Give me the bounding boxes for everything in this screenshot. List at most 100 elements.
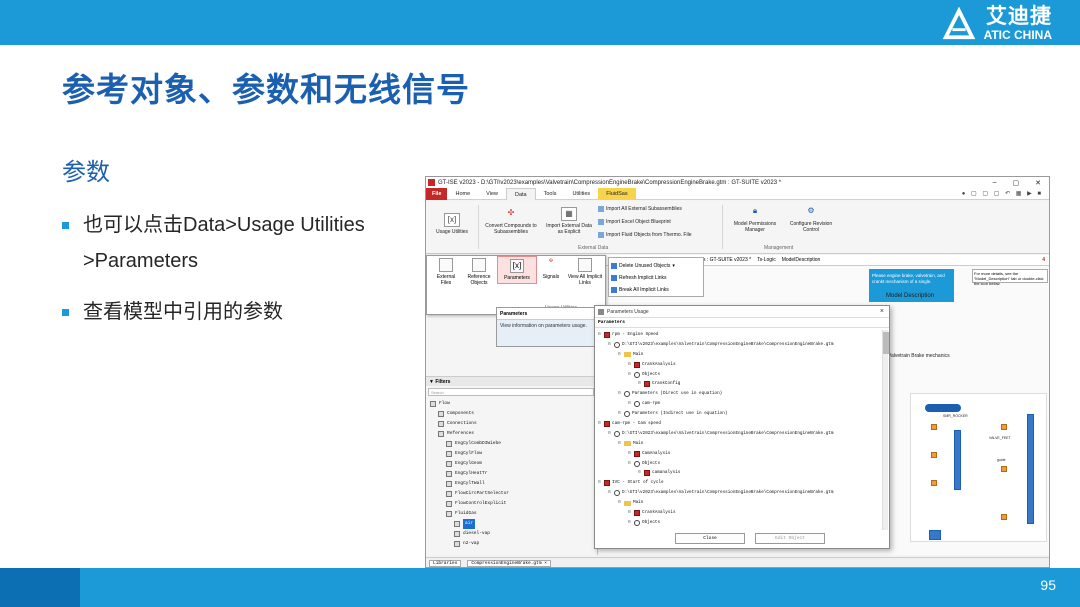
parameter-row[interactable]: ⊟ IVC - Start of cycle <box>598 478 886 488</box>
import-external-button[interactable]: ▦ Import External Data as Explicit <box>544 207 594 235</box>
parameter-row[interactable]: ⊟ D:\GTI\v2023\examples\Valvetrain\Compre… <box>598 340 886 350</box>
usage-utilities-button[interactable]: [x] Usage Utilities <box>430 213 474 235</box>
expand-icon[interactable]: ⊟ <box>628 370 633 380</box>
convert-compounds-button[interactable]: ✣ Convert Compounds to Subassemblies <box>481 207 541 235</box>
break-links-button[interactable]: Break All Implicit Links <box>611 284 701 296</box>
tab-utilities[interactable]: Utilities <box>564 188 598 200</box>
import-fluid-button[interactable]: Import Fluid Objects from Thermo. File <box>598 232 692 238</box>
parameter-row[interactable]: ⊟ Objects <box>598 518 886 528</box>
tree-item[interactable]: FlowCircPartSelector <box>428 489 596 499</box>
parameter-row[interactable]: ⊟ cam-rpm <box>598 399 886 409</box>
view-implicit-links-button[interactable]: View All Implicit Links <box>565 258 605 286</box>
expand-icon[interactable]: ⊟ <box>638 379 643 389</box>
tree-item[interactable]: EngCylCombDIWiebe <box>428 439 596 449</box>
base-block[interactable] <box>929 530 941 540</box>
edit-object-button[interactable]: Edit Object <box>755 533 825 544</box>
parameter-row[interactable]: ⊟ CrankAnalysis <box>598 360 886 370</box>
tab-home[interactable]: Home <box>447 188 478 200</box>
close-dialog-button[interactable]: Close <box>675 533 745 544</box>
tree-item[interactable]: diesel-vap <box>428 529 596 539</box>
parameter-row[interactable]: ⊟ cam-rpm - Cam speed <box>598 419 886 429</box>
external-files-button[interactable]: External Files <box>431 258 461 286</box>
tree-item[interactable]: FluidGas <box>428 509 596 519</box>
tree-item[interactable]: n2-vap <box>428 539 596 549</box>
close-button[interactable]: ✕ <box>1035 179 1041 187</box>
tree-item[interactable]: Flow <box>428 399 596 409</box>
scroll-thumb[interactable] <box>883 332 889 354</box>
expand-icon[interactable]: ⊟ <box>598 330 603 340</box>
tab-view[interactable]: View <box>478 188 506 200</box>
parameter-row[interactable]: ⊟ rpm - Engine Speed <box>598 330 886 340</box>
rocker-part[interactable] <box>925 404 961 412</box>
tree-item[interactable]: EngCylHeatTr <box>428 469 596 479</box>
model-permissions-button[interactable]: 🔒︎ Model Permissions Manager <box>726 205 784 233</box>
expand-icon[interactable]: ⊟ <box>628 399 633 409</box>
tab-file[interactable]: File <box>426 187 448 200</box>
filter-search-input[interactable]: Search <box>428 388 594 396</box>
expand-icon[interactable]: ⊟ <box>628 508 633 518</box>
expand-icon[interactable]: ⊟ <box>598 419 603 429</box>
expand-icon[interactable]: ⊟ <box>628 449 633 459</box>
parameter-row[interactable]: ⊟ Main <box>598 498 886 508</box>
connection-node[interactable] <box>931 424 937 430</box>
connection-node[interactable] <box>931 480 937 486</box>
expand-icon[interactable]: ⊟ <box>598 478 603 488</box>
dialog-scrollbar[interactable] <box>882 330 889 530</box>
expand-icon[interactable]: ⊟ <box>618 439 623 449</box>
expand-icon[interactable]: ⊟ <box>618 409 623 419</box>
expand-icon[interactable]: ⊟ <box>608 340 613 350</box>
tab-model-file[interactable]: CompressionEngineBrake.gtm × <box>467 559 551 567</box>
tree-item[interactable]: EngCylTWall <box>428 479 596 489</box>
parameter-row[interactable]: ⊟ CamAnalysis <box>598 449 886 459</box>
expand-icon[interactable]: ⊟ <box>628 360 633 370</box>
tree-item[interactable]: air <box>428 519 596 529</box>
valvetrain-diagram[interactable]: SMR_ROCKER VALVE_FEET guide <box>910 393 1047 542</box>
connection-node[interactable] <box>1001 424 1007 430</box>
maximize-button[interactable]: ▢ <box>1013 179 1020 187</box>
tab-model-description[interactable]: ModelDescription <box>782 257 821 263</box>
parameter-row[interactable]: ⊟ Objects <box>598 370 886 380</box>
expand-icon[interactable]: ⊟ <box>618 350 623 360</box>
refresh-links-button[interactable]: Refresh Implicit Links <box>611 272 701 284</box>
parameter-row[interactable]: ⊟ Parameters (Direct use in equation) <box>598 389 886 399</box>
tab-fluidsas[interactable]: FluidSas <box>598 187 636 200</box>
parameter-row[interactable]: ⊟ D:\GTI\v2023\examples\Valvetrain\Compre… <box>598 429 886 439</box>
guide-bar[interactable] <box>1027 414 1034 524</box>
parameter-row[interactable]: ⊟ Main <box>598 350 886 360</box>
tab-data[interactable]: Data <box>505 187 536 200</box>
configure-revision-button[interactable]: ⚙ Configure Revision Control <box>786 205 836 233</box>
parameter-row[interactable]: ⊟ Main <box>598 439 886 449</box>
parameter-row[interactable]: ⊟ Objects <box>598 459 886 469</box>
import-excel-button[interactable]: Import Excel Object Blueprint <box>598 219 671 225</box>
connection-node[interactable] <box>931 452 937 458</box>
tab-ts-logic[interactable]: Ts-Logic <box>757 257 776 263</box>
quick-access-toolbar[interactable]: ● ▢ ▢ ▢ ↶ ▦ ▶ ■ <box>962 190 1049 197</box>
signals-button[interactable]: ✣ Signals <box>539 258 563 280</box>
model-description-label[interactable]: Model Description <box>886 293 934 299</box>
expand-icon[interactable]: ⊟ <box>608 429 613 439</box>
parameter-row[interactable]: ⊟ D:\GTI\v2023\examples\Valvetrain\Compre… <box>598 488 886 498</box>
tree-item[interactable]: EngCylGeom <box>428 459 596 469</box>
tree-item[interactable]: FlowControlExplicit <box>428 499 596 509</box>
tree-item[interactable]: Components <box>428 409 596 419</box>
dialog-close-icon[interactable]: × <box>880 306 884 318</box>
parameter-row[interactable]: ⊟ CrankConfig <box>598 379 886 389</box>
expand-icon[interactable]: ⊟ <box>638 468 643 478</box>
tree-item[interactable]: References <box>428 429 596 439</box>
expand-icon[interactable]: ⊟ <box>618 389 623 399</box>
connection-node[interactable] <box>1001 466 1007 472</box>
tree-item[interactable]: EngCylFlow <box>428 449 596 459</box>
valve-part[interactable] <box>954 430 961 490</box>
parameter-row[interactable]: ⊟ Parameters (Indirect use in equation) <box>598 409 886 419</box>
parameter-row[interactable]: ⊟ camanalysis <box>598 468 886 478</box>
expand-icon[interactable]: ⊟ <box>628 459 633 469</box>
expand-icon[interactable]: ⊟ <box>628 518 633 528</box>
tab-libraries[interactable]: Libraries <box>429 559 462 567</box>
tab-tools[interactable]: Tools <box>536 188 565 200</box>
tree-item[interactable]: Connections <box>428 419 596 429</box>
parameter-row[interactable]: ⊟ CrankAnalysis <box>598 508 886 518</box>
minimize-button[interactable]: – <box>993 179 997 187</box>
delete-unused-button[interactable]: Delete Unused Objects ▾ <box>611 260 701 272</box>
reference-objects-button[interactable]: Reference Objects <box>463 258 495 286</box>
connection-node[interactable] <box>1001 514 1007 520</box>
